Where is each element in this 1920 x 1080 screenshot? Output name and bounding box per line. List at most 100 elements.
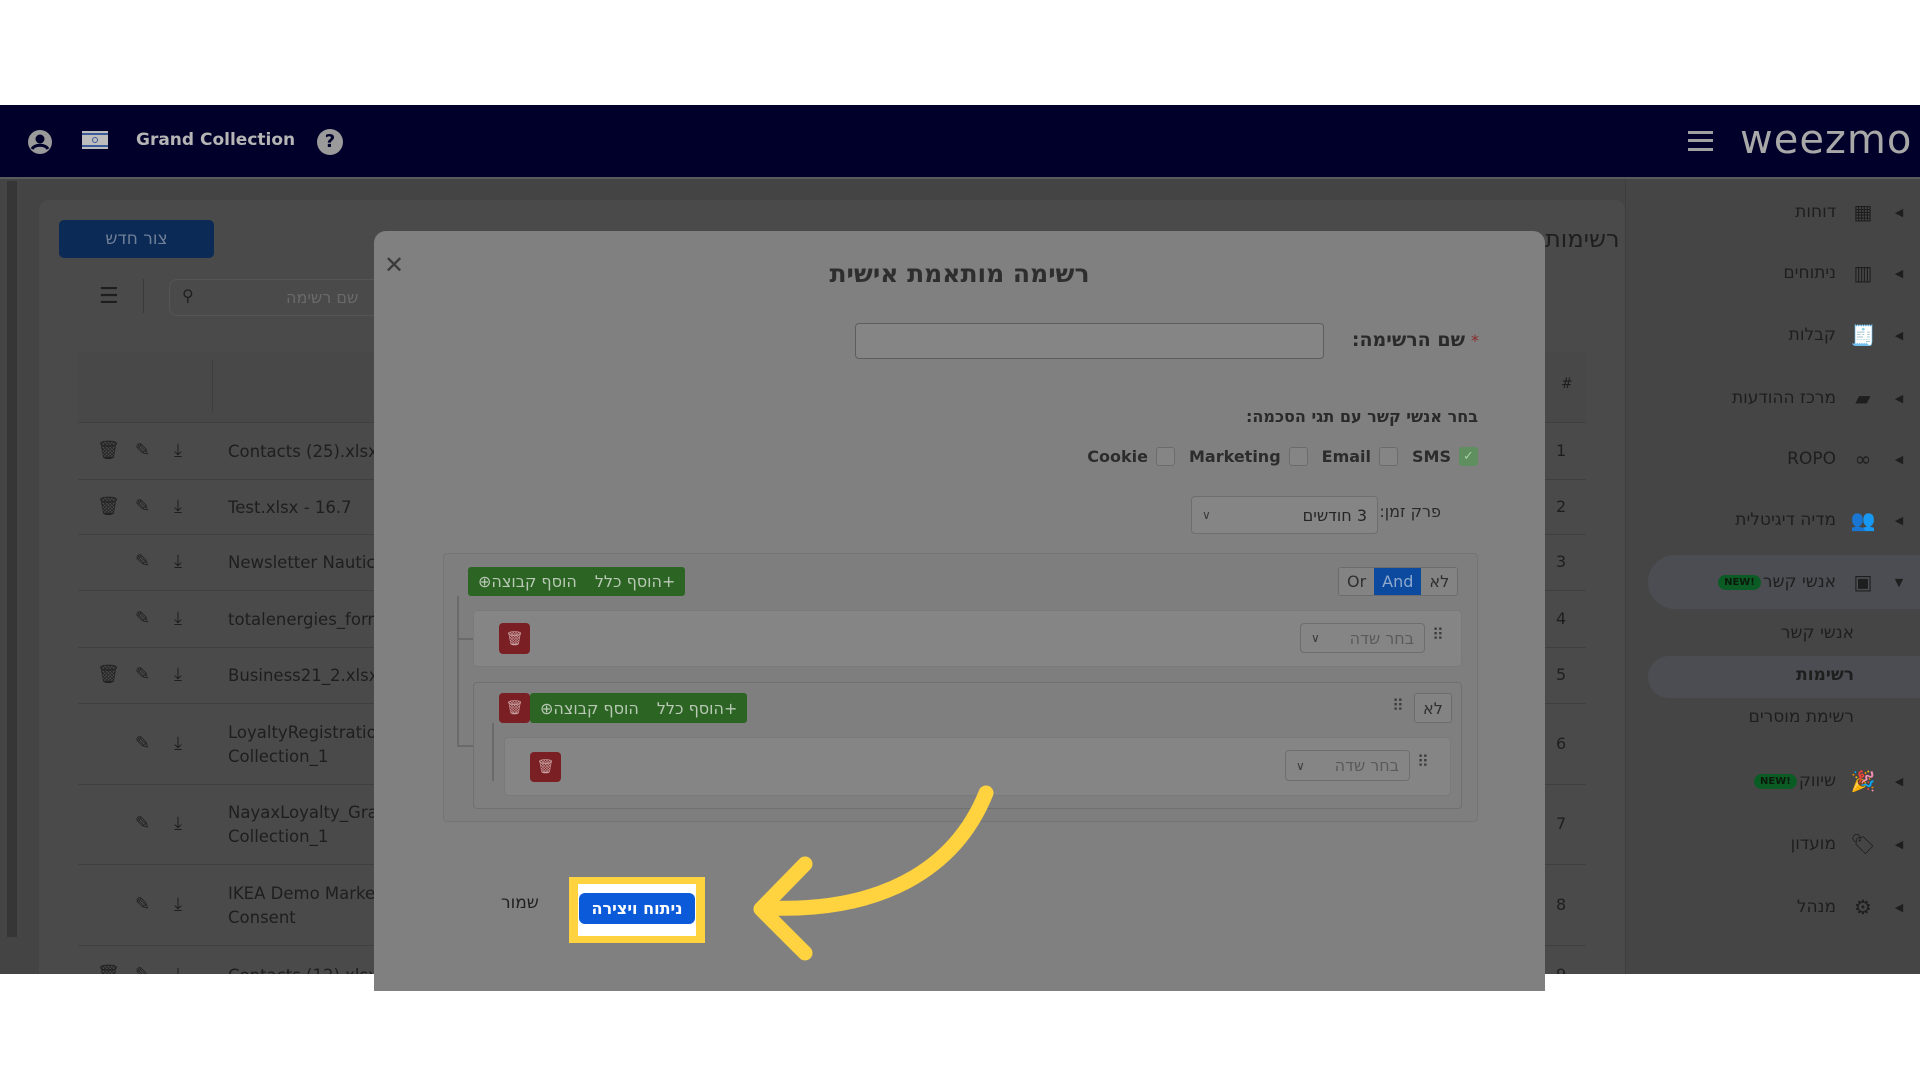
consent-checkbox[interactable]: ✓ SMS <box>1412 447 1478 466</box>
list-name[interactable]: Business21_2.xlsx <box>228 664 378 688</box>
download-icon[interactable]: ⤓ <box>174 894 182 915</box>
edit-icon[interactable]: ✎ <box>135 964 150 974</box>
drag-handle-icon[interactable]: ⠿ <box>1417 752 1429 771</box>
save-button[interactable]: שמור <box>501 893 539 913</box>
add-rule-button[interactable]: +הוסף כלל <box>595 572 676 591</box>
analyze-create-button[interactable]: ניתוח ויצירה <box>579 893 695 924</box>
israel-flag-icon[interactable] <box>82 131 108 149</box>
edit-icon[interactable]: ✎ <box>135 733 150 754</box>
people-icon: 👥 <box>1850 508 1876 532</box>
group-not-toggle[interactable]: לא <box>1414 693 1452 723</box>
sidebar-item[interactable]: ◀ 🏷 מועדון <box>1625 824 1920 864</box>
period-label: פרק זמן: <box>1379 502 1441 521</box>
caret-left-icon: ◀ <box>1894 205 1904 219</box>
sidebar-item-label: דוחות <box>1795 202 1836 222</box>
download-icon[interactable]: ⤓ <box>174 964 182 974</box>
sidebar-item-label: שיווק <box>1798 771 1836 791</box>
edit-icon[interactable]: ✎ <box>135 551 150 572</box>
and-toggle[interactable]: And <box>1374 568 1422 595</box>
row-index: 8 <box>1556 894 1567 914</box>
party-popper-icon: 🎉 <box>1850 769 1876 793</box>
drag-handle-icon[interactable]: ⠿ <box>1432 625 1444 644</box>
edit-icon[interactable]: ✎ <box>135 664 150 685</box>
list-name[interactable]: Contacts (12).xlsx <box>228 964 378 974</box>
list-name[interactable]: LoyaltyRegistration Collection_1 <box>228 721 387 769</box>
sidebar-item[interactable]: ◀ ▥ ניתוחים <box>1625 253 1920 293</box>
consent-checkbox[interactable]: Email <box>1322 447 1399 466</box>
download-icon[interactable]: ⤓ <box>174 440 182 461</box>
sidebar-item-label: מרכז ההודעות <box>1732 388 1836 408</box>
download-icon[interactable]: ⤓ <box>174 551 182 572</box>
sidebar-item[interactable]: ◀ ∞ ROPO <box>1625 439 1920 479</box>
list-name[interactable]: Contacts (25).xlsx <box>228 440 378 464</box>
checkbox[interactable]: ✓ <box>1459 447 1478 466</box>
search-input[interactable]: ⚲ שם רשימה <box>169 279 399 316</box>
trash-icon[interactable]: 🗑 <box>97 964 120 974</box>
consent-checkbox[interactable]: Cookie <box>1087 447 1175 466</box>
drag-handle-icon[interactable]: ⠿ <box>1392 696 1404 715</box>
weezmo-logo[interactable]: weezmo <box>1740 117 1912 163</box>
sidebar-subitem[interactable]: רשימות <box>1796 665 1854 685</box>
edit-icon[interactable]: ✎ <box>135 894 150 915</box>
chevron-down-icon: ∨ <box>1311 631 1320 645</box>
list-name[interactable]: IKEA Demo Market Consent <box>228 882 382 930</box>
dashboard-icon: ▦ <box>1853 200 1873 224</box>
contact-card-icon: ▣ <box>1853 570 1873 594</box>
field-select[interactable]: בחר שדה ∨ <box>1285 750 1410 781</box>
download-icon[interactable]: ⤓ <box>174 733 182 754</box>
sidebar-item[interactable]: ▼ ▣ אנשי קשר NEW! <box>1625 562 1920 602</box>
list-name[interactable]: totalenergies_form <box>228 608 384 632</box>
download-icon[interactable]: ⤓ <box>174 813 182 834</box>
checkbox[interactable] <box>1379 447 1399 466</box>
list-name[interactable]: Newsletter Nautica <box>228 551 386 575</box>
trash-icon[interactable]: 🗑 <box>97 440 120 461</box>
sidebar-item[interactable]: ◀ ▰ מרכז ההודעות <box>1625 378 1920 418</box>
edit-icon[interactable]: ✎ <box>135 608 150 629</box>
list-name[interactable]: NayaxLoyalty_Gran Collection_1 <box>228 801 388 849</box>
edit-icon[interactable]: ✎ <box>135 813 150 834</box>
gear-icon: ⚙ <box>1854 895 1872 919</box>
menu-icon[interactable] <box>1688 131 1713 151</box>
period-select[interactable]: 3 חודשים ∨ <box>1191 496 1378 534</box>
sidebar-subitem[interactable]: רשימת מוסרים <box>1749 707 1854 727</box>
checkbox-label: Cookie <box>1087 447 1148 466</box>
sidebar-item[interactable]: ◀ 🧾 קבלות <box>1625 315 1920 355</box>
or-toggle[interactable]: Or <box>1339 568 1375 595</box>
field-select[interactable]: בחר שדה ∨ <box>1300 623 1425 653</box>
add-group-button[interactable]: הוסף קבוצה⊕ <box>540 699 639 718</box>
help-icon[interactable]: ? <box>317 129 343 155</box>
download-icon[interactable]: ⤓ <box>174 608 182 629</box>
user-circle-icon[interactable] <box>27 129 53 155</box>
consent-checkbox[interactable]: Marketing <box>1189 447 1308 466</box>
new-list-button[interactable]: צור חדש <box>59 220 214 258</box>
account-name[interactable]: Grand Collection <box>136 130 295 150</box>
sidebar-item[interactable]: ◀ 🎉 שיווק NEW! <box>1625 761 1920 801</box>
scrollbar[interactable] <box>7 181 17 937</box>
row-index: 9 <box>1556 965 1566 974</box>
checkbox[interactable] <box>1288 447 1308 466</box>
download-icon[interactable]: ⤓ <box>174 664 182 685</box>
delete-rule-button[interactable]: 🗑 <box>499 623 530 654</box>
add-rule-button[interactable]: +הוסף כלל <box>657 699 738 718</box>
sidebar-subitem[interactable]: אנשי קשר <box>1781 623 1854 643</box>
edit-icon[interactable]: ✎ <box>135 496 150 517</box>
delete-group-button[interactable]: 🗑 <box>499 693 530 723</box>
not-toggle[interactable]: לא <box>1421 568 1458 595</box>
list-name-input[interactable] <box>855 323 1324 359</box>
edit-icon[interactable]: ✎ <box>135 440 150 461</box>
delete-rule-button[interactable]: 🗑 <box>530 752 561 782</box>
download-icon[interactable]: ⤓ <box>174 496 182 517</box>
field-placeholder: בחר שדה <box>1349 628 1414 648</box>
trash-icon[interactable]: 🗑 <box>97 664 120 685</box>
sidebar-item-label: מועדון <box>1790 834 1836 854</box>
sidebar-item[interactable]: ◀ ▦ דוחות <box>1625 192 1920 232</box>
list-name[interactable]: Test.xlsx - 16.7 <box>228 496 352 520</box>
sidebar-item[interactable]: ◀ ⚙ מנהל <box>1625 887 1920 927</box>
add-group-button[interactable]: הוסף קבוצה⊕ <box>478 572 577 591</box>
checkbox[interactable] <box>1156 447 1175 466</box>
trash-icon[interactable]: 🗑 <box>97 496 120 517</box>
caret-down-icon: ▼ <box>1894 575 1904 589</box>
not-toggle[interactable]: לא <box>1415 694 1451 722</box>
sidebar-item[interactable]: ◀ 👥 מדיה דיגיטלית <box>1625 500 1920 540</box>
filter-icon[interactable]: ☰ <box>99 284 119 309</box>
